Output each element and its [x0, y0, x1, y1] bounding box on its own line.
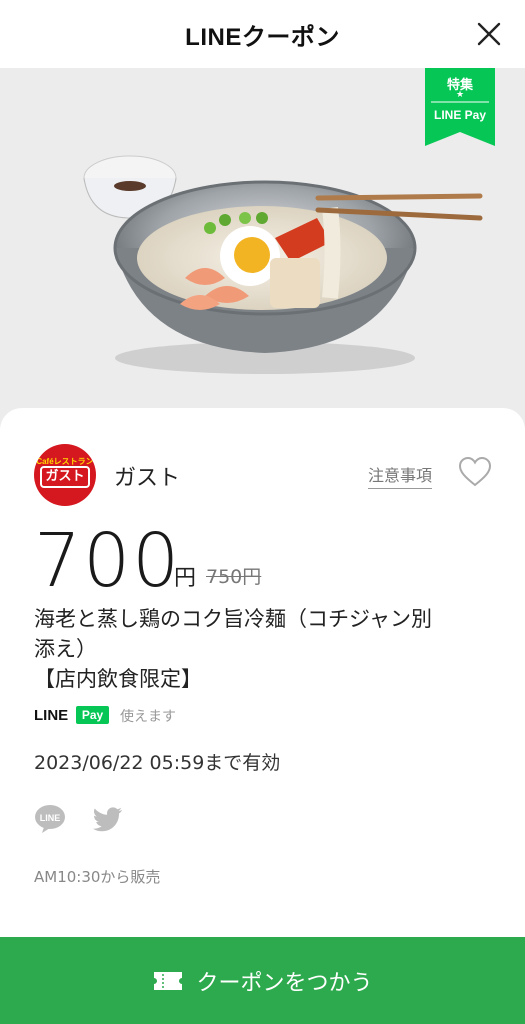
twitter-share-icon[interactable] — [92, 804, 124, 834]
svg-text:LINE: LINE — [40, 813, 61, 823]
price-row: 700 円 750円 — [34, 518, 494, 604]
close-icon[interactable] — [473, 18, 505, 50]
line-share-icon[interactable]: LINE — [34, 804, 66, 834]
sale-time: AM10:30から販売 — [34, 868, 161, 886]
coupon-title: 海老と蒸し鶏のコク旨冷麺（コチジャン別 添え） 【店内飲食限定】 — [34, 604, 494, 694]
hero-image: 特集 ★ LINE Pay — [0, 68, 525, 428]
pay-badge: Pay — [76, 706, 109, 724]
payment-note: 使えます — [120, 709, 176, 725]
feature-ribbon: 特集 ★ LINE Pay — [425, 68, 495, 146]
logo-wordmark: ガスト — [40, 466, 90, 488]
star-icon: ★ — [455, 90, 465, 100]
ribbon-linepay-label: LINE Pay — [433, 108, 487, 122]
coupon-title-line3: 【店内飲食限定】 — [34, 667, 202, 691]
line-pay-logo-text: LINE — [34, 707, 69, 724]
shop-logo: Caféレストラン ガスト — [34, 444, 96, 506]
ticket-icon — [154, 971, 183, 990]
current-price: 700 — [34, 518, 182, 604]
use-coupon-button[interactable]: クーポンをつかう — [0, 937, 525, 1024]
notes-link[interactable]: 注意事項 — [368, 462, 433, 489]
header-title: LINEクーポン — [185, 23, 340, 51]
shop-name: ガスト — [114, 466, 181, 491]
currency-label: 円 — [174, 566, 197, 591]
share-row: LINE — [34, 804, 154, 834]
expiry-date: 2023/06/22 05:59まで有効 — [34, 752, 281, 774]
use-coupon-label: クーポンをつかう — [196, 970, 373, 996]
coupon-title-line1: 海老と蒸し鶏のコク旨冷麺（コチジャン別 — [34, 607, 432, 631]
coupon-title-line2: 添え） — [34, 637, 97, 661]
coupon-card: Caféレストラン ガスト ガスト 注意事項 700 円 750円 海老と蒸し鶏… — [0, 408, 525, 1024]
shop-row: Caféレストラン ガスト ガスト 注意事項 — [34, 444, 494, 506]
coupon-page: LINEクーポン 特集 ★ LINE Pay Caféレストラン ガスト ガスト… — [0, 0, 525, 1024]
original-price: 750円 — [206, 566, 262, 588]
heart-icon[interactable] — [458, 456, 492, 488]
payment-row: LINE Pay 使えます — [34, 704, 334, 730]
app-header: LINEクーポン — [0, 0, 525, 68]
